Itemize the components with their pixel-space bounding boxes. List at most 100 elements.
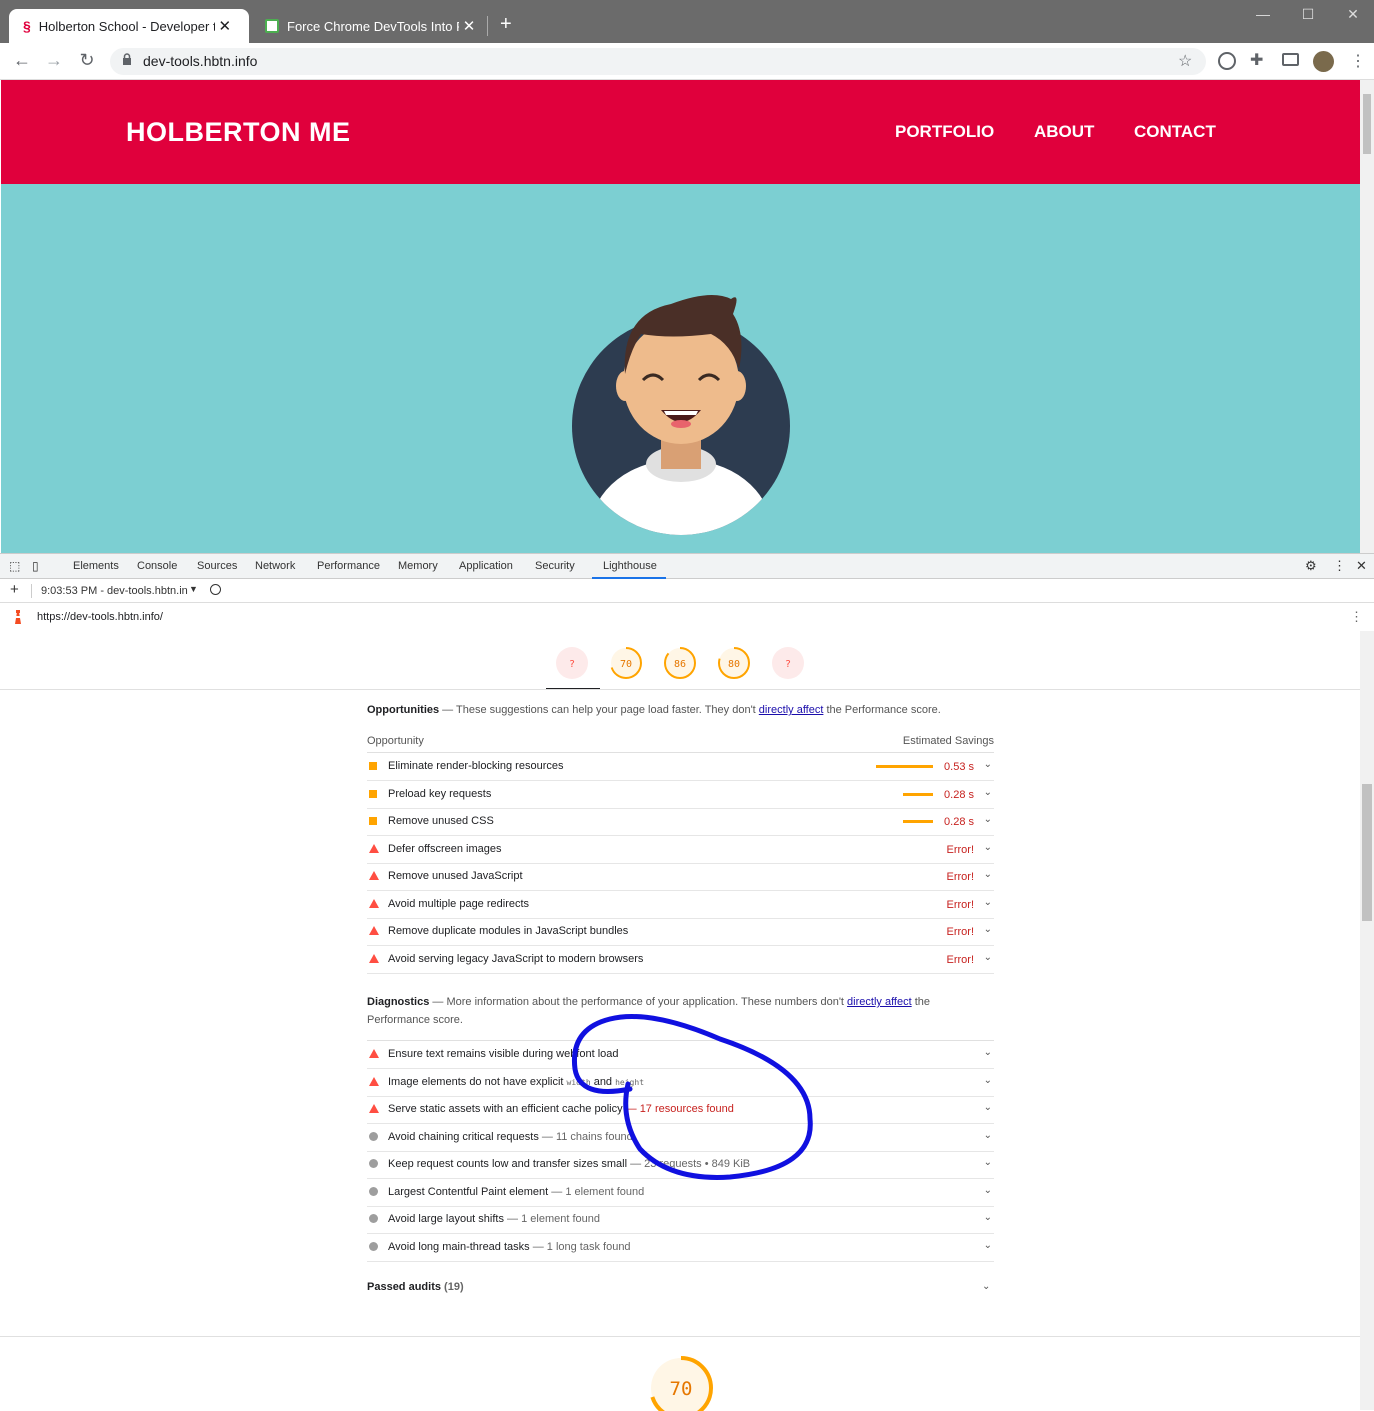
tab-sources[interactable]: Sources (197, 560, 237, 572)
fail-triangle-icon (369, 1076, 379, 1086)
nav-portfolio[interactable]: PORTFOLIO (895, 122, 994, 142)
report-selector[interactable]: 9:03:53 PM - dev-tools.hbtn.in (41, 585, 188, 597)
diagnostic-label: Image elements do not have explicit (388, 1075, 567, 1088)
inspect-element-icon[interactable]: ⬚ (9, 559, 20, 573)
tab-lighthouse[interactable]: Lighthouse (603, 560, 657, 572)
devtools-menu-icon[interactable]: ⋮ (1333, 558, 1346, 574)
diagnostic-row[interactable]: Avoid large layout shifts — 1 element fo… (367, 1206, 994, 1234)
column-opportunity: Opportunity (367, 735, 424, 747)
cast-icon[interactable] (1282, 53, 1299, 66)
opportunity-row[interactable]: Avoid serving legacy JavaScript to moder… (367, 946, 994, 974)
menu-kebab-icon[interactable]: ⋮ (1350, 51, 1366, 71)
minimize-button[interactable]: — (1248, 6, 1278, 22)
opportunity-row[interactable]: Avoid multiple page redirects Error! ⌄ (367, 891, 994, 919)
chevron-down-icon[interactable]: ⌄ (984, 787, 992, 798)
opportunities-desc-end: the Performance score. (823, 704, 941, 716)
device-toolbar-icon[interactable]: ▯ (32, 559, 39, 573)
chevron-down-icon[interactable]: ⌄ (984, 1157, 992, 1168)
chevron-down-icon[interactable]: ⌄ (984, 1102, 992, 1113)
extension-icon[interactable] (1218, 52, 1236, 70)
tab-holberton[interactable]: § Holberton School - Developer tools ✕ (9, 9, 249, 43)
chevron-down-icon[interactable]: ⌄ (984, 1185, 992, 1196)
chevron-down-icon[interactable]: ⌄ (984, 1130, 992, 1141)
chevron-down-icon[interactable]: ⌄ (984, 1075, 992, 1086)
savings-bar (903, 820, 933, 823)
report-scrollbar[interactable] (1360, 631, 1374, 1410)
gauge-pwa-error[interactable]: ? (771, 646, 805, 680)
opportunity-row[interactable]: Defer offscreen images Error! ⌄ (367, 836, 994, 864)
info-dot-icon (369, 1131, 378, 1141)
chevron-down-icon[interactable]: ⌄ (984, 924, 992, 935)
directly-affect-link-2[interactable]: directly affect (847, 996, 912, 1008)
bookmark-star-icon[interactable]: ☆ (1178, 51, 1192, 71)
site-favicon-icon (265, 19, 279, 33)
diagnostic-row[interactable]: Avoid long main-thread tasks — 1 long ta… (367, 1234, 994, 1262)
report-url[interactable]: https://dev-tools.hbtn.info/ (37, 611, 163, 623)
info-dot-icon (369, 1214, 378, 1223)
close-tab-icon[interactable]: ✕ (215, 17, 235, 35)
tab-network[interactable]: Network (255, 560, 295, 572)
forward-icon[interactable]: → (43, 50, 65, 71)
opportunity-row[interactable]: Eliminate render-blocking resources 0.53 … (367, 753, 994, 781)
tab-memory[interactable]: Memory (398, 560, 438, 572)
report-menu-icon[interactable]: ⋮ (1350, 609, 1363, 625)
avatar-illustration (572, 295, 790, 535)
new-tab-button[interactable]: + (500, 13, 512, 36)
opportunity-value: Error! (946, 898, 975, 911)
holberton-favicon-icon: § (23, 18, 31, 34)
nav-about[interactable]: ABOUT (1034, 122, 1094, 142)
info-dot-icon (369, 1241, 378, 1251)
chevron-down-icon[interactable]: ⌄ (984, 952, 992, 963)
nav-contact[interactable]: CONTACT (1134, 122, 1216, 142)
reload-icon[interactable]: ↻ (76, 50, 98, 71)
settings-gear-icon[interactable]: ⚙ (1305, 558, 1317, 574)
chevron-down-icon[interactable]: ⌄ (984, 1047, 992, 1058)
chevron-down-icon[interactable]: ⌄ (984, 842, 992, 853)
devtools-tab-bar: ⬚ ▯ Elements Console Sources Network Per… (0, 553, 1374, 579)
profile-avatar[interactable] (1313, 51, 1334, 72)
extensions-puzzle-icon[interactable]: ✚ (1250, 50, 1263, 70)
tab-divider (487, 16, 488, 36)
gauge-seo[interactable]: 80 (717, 646, 751, 680)
address-bar[interactable]: dev-tools.hbtn.info ☆ (110, 48, 1206, 75)
opportunity-row[interactable]: Remove unused CSS 0.28 s ⌄ (367, 808, 994, 836)
passed-audits-chevron-icon[interactable]: ⌄ (982, 1281, 990, 1292)
tab-application[interactable]: Application (459, 560, 513, 572)
chevron-down-icon[interactable]: ⌄ (984, 759, 992, 770)
opportunity-row[interactable]: Remove duplicate modules in JavaScript b… (367, 918, 994, 946)
tab-security[interactable]: Security (535, 560, 575, 572)
fail-triangle-icon (369, 1104, 379, 1113)
gauge-accessibility[interactable]: 70 (609, 646, 643, 680)
directly-affect-link[interactable]: directly affect (759, 704, 824, 716)
dropdown-arrow-icon[interactable]: ▼ (189, 584, 198, 594)
page-scrollbar[interactable] (1360, 80, 1374, 553)
performance-score-gauge: 70 (649, 1356, 713, 1411)
close-window-button[interactable]: ✕ (1338, 6, 1368, 23)
tab-performance[interactable]: Performance (317, 560, 380, 572)
new-report-icon[interactable]: + (10, 581, 19, 598)
svg-text:?: ? (785, 659, 791, 670)
gauge-best-practices[interactable]: 86 (663, 646, 697, 680)
close-devtools-icon[interactable]: ✕ (1356, 558, 1367, 574)
site-title[interactable]: HOLBERTON ME (126, 117, 351, 148)
tab-console[interactable]: Console (137, 560, 177, 572)
chevron-down-icon[interactable]: ⌄ (984, 1212, 992, 1223)
back-icon[interactable]: ← (11, 50, 33, 71)
opportunity-value: Error! (946, 953, 975, 966)
maximize-button[interactable]: ☐ (1293, 6, 1323, 23)
passed-audits-toggle[interactable]: Passed audits (19) (367, 1281, 464, 1293)
chevron-down-icon[interactable]: ⌄ (984, 814, 992, 825)
clear-report-icon[interactable] (210, 584, 221, 595)
chevron-down-icon[interactable]: ⌄ (984, 1240, 992, 1251)
opportunity-row[interactable]: Remove unused JavaScript Error! ⌄ (367, 863, 994, 891)
opportunity-row[interactable]: Preload key requests 0.28 s ⌄ (367, 781, 994, 809)
opportunity-label: Remove duplicate modules in JavaScript b… (388, 925, 629, 937)
close-tab-icon[interactable]: ✕ (459, 17, 479, 35)
diagnostics-desc-end: the (911, 996, 931, 1008)
chevron-down-icon[interactable]: ⌄ (984, 869, 992, 880)
tab-force-devtools[interactable]: Force Chrome DevTools Into Print ✕ (251, 9, 487, 43)
opportunity-value: Error! (946, 843, 975, 856)
chevron-down-icon[interactable]: ⌄ (984, 897, 992, 908)
tab-elements[interactable]: Elements (73, 560, 119, 572)
gauge-performance-error[interactable]: ? (555, 646, 589, 680)
